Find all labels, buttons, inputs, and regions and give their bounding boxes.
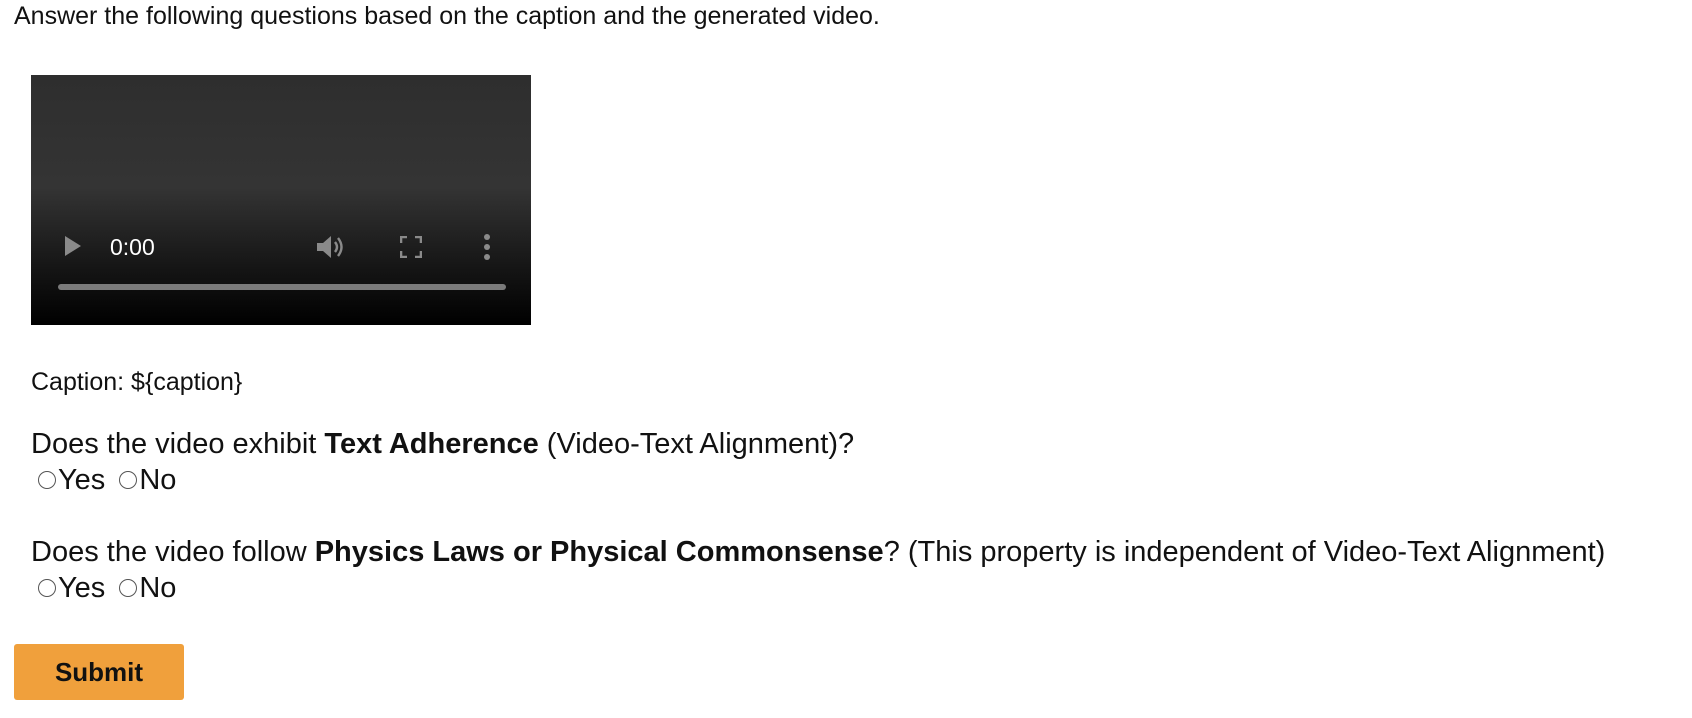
radio-button[interactable] <box>38 471 56 489</box>
radio-group-text-adherence: Yes No <box>38 462 190 498</box>
radio-label: No <box>139 572 177 604</box>
radio-option-no[interactable]: No <box>119 570 176 606</box>
question-text-adherence: Does the video exhibit Text Adherence (V… <box>31 426 854 462</box>
volume-icon[interactable] <box>316 234 346 260</box>
video-time: 0:00 <box>110 234 155 260</box>
radio-option-yes[interactable]: Yes <box>38 462 105 498</box>
radio-group-physics-laws: Yes No <box>38 570 190 606</box>
question-bold-term: Physics Laws or Physical Commonsense <box>314 536 884 568</box>
radio-option-no[interactable]: No <box>119 462 176 498</box>
question-prefix: Does the video exhibit <box>31 428 325 460</box>
play-icon[interactable] <box>64 235 82 257</box>
more-vertical-icon[interactable] <box>483 233 491 261</box>
question-suffix: ? (This property is independent of Video… <box>883 536 1606 568</box>
fullscreen-icon[interactable] <box>400 236 422 258</box>
radio-option-yes[interactable]: Yes <box>38 570 105 606</box>
radio-label: Yes <box>58 464 106 496</box>
caption-text: Caption: ${caption} <box>31 368 243 396</box>
radio-label: No <box>139 464 177 496</box>
question-suffix: (Video-Text Alignment)? <box>538 428 855 460</box>
question-physics-laws: Does the video follow Physics Laws or Ph… <box>31 534 1605 570</box>
radio-button[interactable] <box>119 579 138 597</box>
video-progress-bar[interactable] <box>58 284 506 290</box>
question-prefix: Does the video follow <box>31 536 315 568</box>
radio-label: Yes <box>58 572 106 604</box>
radio-button[interactable] <box>38 579 56 597</box>
submit-button[interactable]: Submit <box>14 644 184 700</box>
instructions-text: Answer the following questions based on … <box>14 2 880 30</box>
video-player[interactable]: 0:00 <box>31 75 531 325</box>
question-bold-term: Text Adherence <box>324 428 539 460</box>
radio-button[interactable] <box>119 471 138 489</box>
